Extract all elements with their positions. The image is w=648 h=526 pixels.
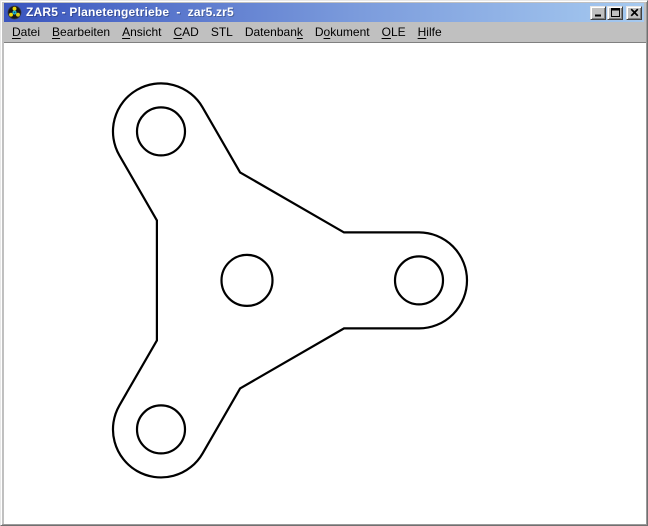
app-window: ZAR5 - Planetengetriebe - zar5.zr5 Datei… (0, 0, 648, 526)
cad-drawing-canvas (4, 43, 646, 524)
planet-bore-3 (137, 107, 185, 155)
window-controls (590, 6, 642, 20)
menu-item-bearbeiten[interactable]: Bearbeiten (46, 23, 116, 42)
close-icon (630, 8, 639, 17)
menu-item-cad[interactable]: CAD (167, 23, 204, 42)
title-bar[interactable]: ZAR5 - Planetengetriebe - zar5.zr5 (4, 3, 644, 22)
drawing-area (4, 42, 646, 524)
planet-bore-1 (395, 256, 443, 304)
maximize-icon (611, 8, 620, 17)
planetary-gear-icon[interactable] (7, 5, 23, 20)
menu-item-ansicht[interactable]: Ansicht (116, 23, 167, 42)
menu-item-hilfe[interactable]: Hilfe (412, 23, 448, 42)
close-button[interactable] (626, 6, 642, 20)
menu-item-ole[interactable]: OLE (376, 23, 412, 42)
planet-bore-2 (137, 405, 185, 453)
menu-item-datenbank[interactable]: Datenbank (239, 23, 309, 42)
center-bore (222, 255, 273, 306)
menu-item-datei[interactable]: Datei (6, 23, 46, 42)
minimize-icon (594, 8, 603, 17)
menu-item-stl[interactable]: STL (205, 23, 239, 42)
menu-bar: DateiBearbeitenAnsichtCADSTLDatenbankDok… (4, 22, 644, 42)
planet-carrier-outline (113, 83, 467, 477)
window-title: ZAR5 - Planetengetriebe - zar5.zr5 (26, 3, 590, 22)
minimize-button[interactable] (590, 6, 606, 20)
menu-item-dokument[interactable]: Dokument (309, 23, 376, 42)
maximize-button[interactable] (607, 6, 623, 20)
